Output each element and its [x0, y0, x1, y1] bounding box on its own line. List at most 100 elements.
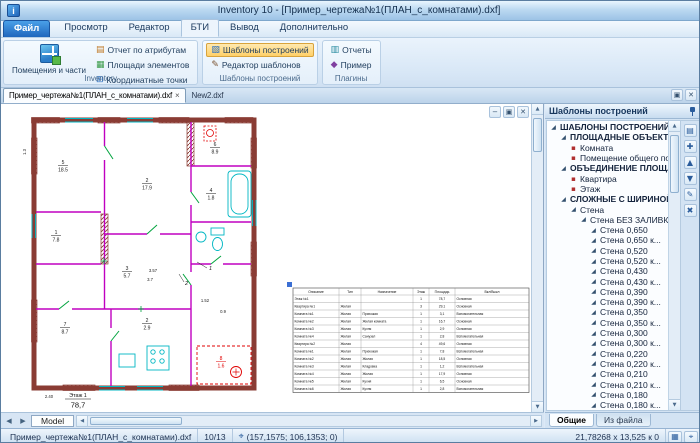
tree-item[interactable]: ◢Стена 0,180 к...: [547, 400, 668, 410]
child-close-icon[interactable]: ✕: [517, 106, 529, 118]
file-menu-button[interactable]: Файл: [3, 20, 50, 37]
tree-item[interactable]: ◢Стена 0,350: [547, 307, 668, 317]
panel-scrollbar[interactable]: ▲ ▼: [668, 121, 680, 410]
table-cell: 1: [420, 380, 422, 384]
tree-item[interactable]: ◢Стена 0,210 к...: [547, 379, 668, 389]
tree-item[interactable]: ◢Стена 0,520: [547, 246, 668, 256]
table-header: Тип: [347, 290, 353, 294]
reports-button[interactable]: ▥Отчеты: [326, 43, 377, 57]
template-editor-button[interactable]: ✎Редактор шаблонов: [206, 58, 313, 72]
tree-item-label: Стена 0,520: [600, 246, 648, 256]
panel-scroll-up-icon[interactable]: ▲: [669, 121, 680, 132]
tree-item[interactable]: ▪Помещение общего по: [547, 153, 668, 163]
tab-prosmotr[interactable]: Просмотр: [54, 19, 117, 37]
tree-item[interactable]: ◢Стена 0,220 к...: [547, 359, 668, 369]
table-cell: Комната №3: [295, 327, 314, 331]
tree-item[interactable]: ◢Стена 0,650 к...: [547, 235, 668, 245]
hscroll-thumb[interactable]: [90, 417, 182, 425]
tree-item[interactable]: ◢Стена 0,390 к...: [547, 297, 668, 307]
table-cell: 2,9: [440, 327, 445, 331]
pin-icon[interactable]: [687, 105, 697, 117]
tree-item[interactable]: ◢Стена 0,180: [547, 390, 668, 400]
tree-item[interactable]: ◢Стена 0,220: [547, 349, 668, 359]
layout-next-icon[interactable]: ▶: [17, 417, 29, 425]
doc-restore-icon[interactable]: ▣: [671, 89, 683, 101]
model-tab[interactable]: Model: [31, 415, 74, 427]
tree-item-label: Этаж: [580, 184, 600, 194]
tree-item[interactable]: ◢СЛОЖНЫЕ С ШИРИНОЙ: [547, 194, 668, 204]
element-areas-button[interactable]: ▦Площади элементов: [91, 58, 194, 72]
panel-tab-obshchie[interactable]: Общие: [549, 414, 594, 427]
table-cell: Жилая: [341, 312, 352, 316]
doc-close-icon[interactable]: ✕: [685, 89, 697, 101]
table-cell: Комната №1: [295, 350, 314, 354]
snap-icon[interactable]: ⌖: [684, 431, 698, 443]
tree-item[interactable]: ◢Стена 0,300: [547, 328, 668, 338]
scroll-down-icon[interactable]: ▼: [532, 401, 543, 412]
doc-tab-new2[interactable]: New2.dxf: [186, 88, 230, 103]
plan-wall-hatch: [32, 118, 257, 391]
tree-item[interactable]: ▪Комната: [547, 143, 668, 153]
table-cell: Жилая: [341, 380, 352, 384]
tree-item[interactable]: ◢ОБЪЕДИНЕНИЕ ПЛОЩАД: [547, 163, 668, 173]
scroll-left-icon[interactable]: ◀: [77, 416, 88, 426]
child-restore-icon[interactable]: ▣: [503, 106, 515, 118]
canvas-horizontal-scrollbar[interactable]: ◀ ▶: [76, 415, 542, 427]
tree-item[interactable]: ◢Стена БЕЗ ЗАЛИВКИ: [547, 215, 668, 225]
app-window: i Inventory 10 - [Пример_чертежа№1(ПЛАН_…: [0, 0, 700, 443]
tree-item[interactable]: ▪Этаж: [547, 184, 668, 194]
tree-item-label: СЛОЖНЫЕ С ШИРИНОЙ: [570, 194, 668, 204]
scroll-up-icon[interactable]: ▲: [532, 104, 543, 115]
palette-list-icon[interactable]: ▤: [684, 124, 697, 137]
panel-scroll-down-icon[interactable]: ▼: [669, 399, 680, 410]
example-button[interactable]: ◆Пример: [326, 58, 377, 72]
tree-expand-icon: ◢: [580, 216, 587, 223]
tree-item[interactable]: ▪Квартира: [547, 173, 668, 183]
dimension-label: 1.52: [201, 298, 210, 303]
tab-dopolnitelno[interactable]: Дополнительно: [270, 19, 358, 37]
palette-up-icon[interactable]: ▲: [684, 156, 697, 169]
tree-expand-icon: ◢: [590, 299, 597, 306]
attr-report-button[interactable]: ▤Отчет по атрибутам: [91, 43, 194, 57]
layout-prev-icon[interactable]: ◀: [3, 417, 15, 425]
tree-item[interactable]: ◢Стена 0,350 к...: [547, 318, 668, 328]
palette-edit-icon[interactable]: ✎: [684, 188, 697, 201]
doc-tab-close-icon[interactable]: ×: [175, 91, 179, 100]
tree-item[interactable]: ◢ШАБЛОНЫ ПОСТРОЕНИЙ: [547, 122, 668, 132]
construction-templates-button[interactable]: ▧Шаблоны построений: [206, 43, 313, 57]
palette-delete-icon[interactable]: ✖: [684, 204, 697, 217]
tree-item-label: Стена 0,180 к...: [600, 400, 661, 410]
tree-item[interactable]: ◢Стена 0,430: [547, 266, 668, 276]
tree-expand-icon: ◢: [590, 227, 597, 234]
table-cell: 1: [420, 365, 422, 369]
table-cell: Основная: [457, 320, 472, 324]
tree-item[interactable]: ◢Стена 0,300 к...: [547, 338, 668, 348]
panel-scroll-thumb[interactable]: [670, 135, 679, 193]
dimension-label: 0.9: [220, 309, 226, 314]
doc-tab-active[interactable]: Пример_чертежа№1(ПЛАН_с_комнатами).dxf ×: [3, 88, 186, 103]
tree-item[interactable]: ◢Стена 0,210: [547, 369, 668, 379]
tree-item[interactable]: ◢Стена: [547, 204, 668, 214]
tree-item-label: Стена 0,350 к...: [600, 318, 661, 328]
tree-item[interactable]: ◢Стена 0,650: [547, 225, 668, 235]
canvas-vertical-scrollbar[interactable]: ▲ ▼: [531, 104, 543, 412]
tree-item[interactable]: ◢Стена 0,430 к...: [547, 276, 668, 286]
grid-icon[interactable]: ▦: [668, 431, 682, 443]
tab-redaktor[interactable]: Редактор: [119, 19, 180, 37]
table-cell: 1: [420, 387, 422, 391]
palette-down-icon[interactable]: ▼: [684, 172, 697, 185]
palette-add-icon[interactable]: ✚: [684, 140, 697, 153]
tree-item[interactable]: ◢ПЛОЩАДНЫЕ ОБЪЕКТЫ: [547, 132, 668, 142]
rooms-and-parts-button[interactable]: Помещения и части: [7, 43, 91, 73]
tree-expand-icon: ◢: [590, 258, 597, 265]
vscroll-thumb[interactable]: [533, 118, 542, 152]
drawing-canvas[interactable]: 518.5217.968.941.817.835.778.722.981.62.…: [1, 104, 544, 412]
tab-bti[interactable]: БТИ: [181, 19, 219, 37]
panel-tab-iz-faila[interactable]: Из файла: [596, 414, 651, 427]
tab-vyvod[interactable]: Вывод: [220, 19, 269, 37]
scroll-right-icon[interactable]: ▶: [530, 416, 541, 426]
child-minimize-icon[interactable]: −: [489, 106, 501, 118]
plan-outer-walls: [34, 120, 254, 388]
tree-item[interactable]: ◢Стена 0,520 к...: [547, 256, 668, 266]
tree-item[interactable]: ◢Стена 0,390: [547, 287, 668, 297]
